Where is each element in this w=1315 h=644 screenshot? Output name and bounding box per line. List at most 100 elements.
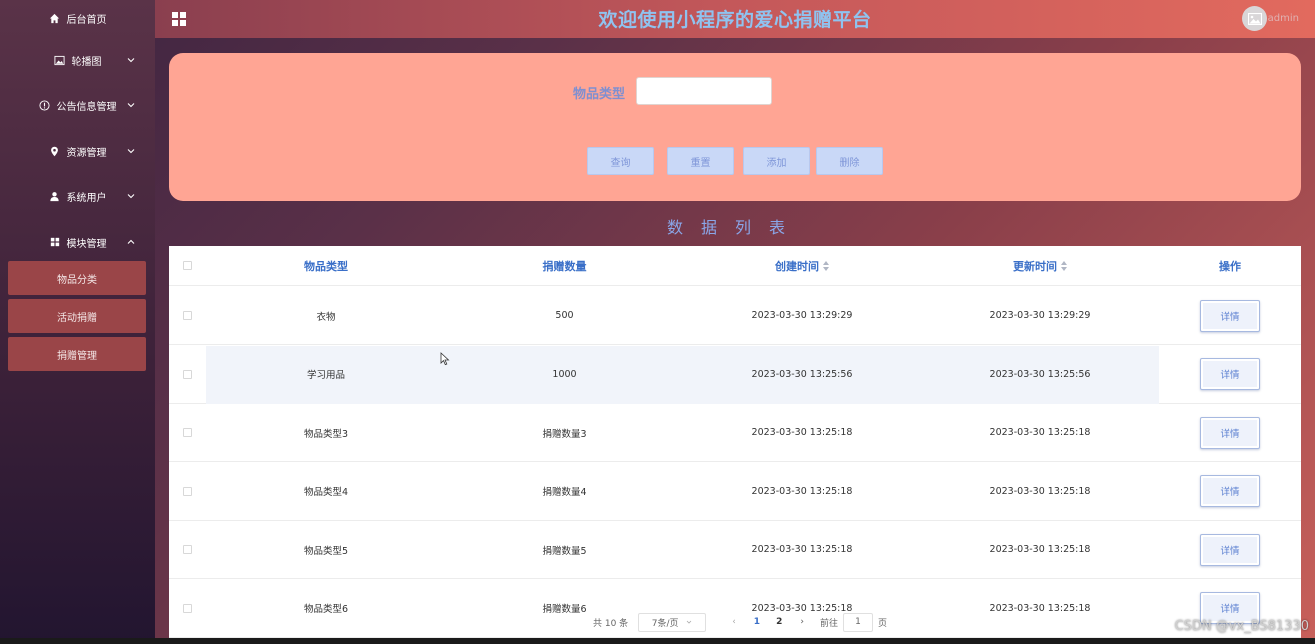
item-type-input[interactable] [636,77,772,105]
row-checkbox[interactable] [183,311,192,320]
sidebar-item-home[interactable]: 后台首页 [0,3,155,33]
sidebar-subitem-donation-management[interactable]: 捐赠管理 [8,337,146,371]
home-icon [49,12,61,24]
chevron-down-icon [127,194,135,199]
sidebar-item-label: 系统用户 [66,192,107,204]
cell-created: 2023-03-30 13:25:18 [751,485,853,497]
column-header-label: 创建时间 [775,259,819,273]
sidebar-item-announcements[interactable]: 公告信息管理 [0,90,155,120]
chevron-down-icon [686,620,691,624]
search-panel: 物品类型 查询 重置 添加 删除 [169,53,1301,201]
chevron-down-icon [127,58,135,63]
row-checkbox[interactable] [183,486,192,496]
sidebar-item-label: 轮播图 [71,56,102,68]
cell-created: 2023-03-30 13:25:56 [751,368,853,380]
row-checkbox[interactable] [183,369,192,379]
sidebar-subitem-item-category[interactable]: 物品分类 [8,261,146,295]
goto-suffix: 页 [877,618,887,629]
top-bar: 欢迎使用小程序的爱心捐赠平台 admin [155,0,1315,38]
chevron-down-icon [127,103,135,108]
username[interactable]: admin [1268,13,1299,24]
sidebar-item-carousel[interactable]: 轮播图 [0,45,155,75]
cell-type: 学习用品 [306,370,345,381]
next-page-icon[interactable]: › [800,617,804,627]
sidebar-item-resources[interactable]: 资源管理 [0,136,155,166]
data-table: 物品类型 捐赠数量 创建时间 更新时间 操作 衣物 500 2023-03-30 1… [169,246,1301,644]
cell-qty: 500 [555,310,574,321]
cell-updated: 2023-03-30 13:25:18 [989,427,1091,438]
image-placeholder-icon [1247,12,1262,25]
page-2[interactable]: 2 [776,617,782,627]
sidebar-item-users[interactable]: 系统用户 [0,181,155,211]
table-header: 物品类型 捐赠数量 创建时间 更新时间 操作 [169,246,1301,286]
user-icon [49,190,61,202]
detail-button[interactable]: 详情 [1200,416,1260,449]
cell-qty: 捐赠数量5 [542,545,587,557]
cell-created: 2023-03-30 13:25:18 [751,427,853,438]
select-all-checkbox[interactable] [183,261,192,270]
table-row[interactable]: 物品类型3 捐赠数量3 2023-03-30 13:25:18 2023-03-30 … [169,404,1301,462]
sidebar-item-label: 资源管理 [66,147,107,159]
table-row[interactable]: 衣物 500 2023-03-30 13:29:29 2023-03-30 13:29… [169,287,1301,345]
add-button[interactable]: 添加 [743,147,810,175]
sort-icon[interactable] [1061,260,1067,271]
goto-prefix: 前往 [819,618,838,629]
detail-button[interactable]: 详情 [1200,358,1260,390]
cell-qty: 捐赠数量3 [542,428,587,440]
cell-type: 物品类型4 [303,487,349,498]
total-count: 共 10 条 [593,618,629,629]
mouse-cursor-icon [440,352,450,366]
cell-updated: 2023-03-30 13:25:18 [989,485,1091,497]
table-row[interactable]: 物品类型5 捐赠数量5 2023-03-30 13:25:18 2023-03-30 … [169,521,1301,579]
row-checkbox[interactable] [183,545,192,554]
sidebar-item-modules[interactable]: 模块管理 [0,227,155,257]
cell-type: 衣物 [316,311,336,323]
cell-qty: 捐赠数量4 [542,487,587,498]
image-icon [54,54,66,66]
delete-button[interactable]: 删除 [816,147,883,175]
page-size-select[interactable]: 7条/页 [638,612,707,632]
cell-type: 物品类型6 [303,604,349,615]
bottom-bar [0,638,1315,644]
reset-button[interactable]: 重置 [667,147,734,175]
sidebar-item-label: 后台首页 [66,14,107,26]
prev-page-icon[interactable]: ‹ [732,617,736,627]
sort-icon[interactable] [823,260,829,271]
cell-created: 2023-03-30 13:29:29 [751,310,853,321]
chevron-up-icon [127,239,135,244]
section-title: 数据列表 [666,218,803,237]
pagination: 共 10 条 7条/页 ‹ 1 2 › 前往 1 页 [593,612,887,632]
avatar[interactable] [1242,6,1267,31]
table-row[interactable]: 学习用品 1000 2023-03-30 13:25:56 2023-03-30 13… [169,345,1301,404]
page-1[interactable]: 1 [754,617,760,627]
info-circle-icon [39,99,51,111]
table-row[interactable]: 物品类型4 捐赠数量4 2023-03-30 13:25:18 2023-03-30 … [169,463,1301,521]
cell-created: 2023-03-30 13:25:18 [751,544,853,555]
page-title: 欢迎使用小程序的爱心捐赠平台 [598,9,872,31]
detail-button[interactable]: 详情 [1200,533,1260,566]
cell-type: 物品类型5 [303,545,349,557]
cell-updated: 2023-03-30 13:25:18 [989,602,1091,614]
goto-page-input[interactable]: 1 [842,612,873,632]
row-checkbox[interactable] [183,603,192,613]
cell-updated: 2023-03-30 13:25:18 [989,544,1091,555]
sidebar-item-label: 公告信息管理 [56,101,117,113]
cell-updated: 2023-03-30 13:25:56 [989,368,1091,380]
detail-button[interactable]: 详情 [1200,475,1260,507]
filter-label: 物品类型 [573,87,626,102]
grid-icon [49,236,61,248]
sidebar-item-label: 模块管理 [66,238,107,250]
location-pin-icon [49,145,61,157]
page-size-label: 7条/页 [651,618,679,629]
column-header-created[interactable]: 创建时间 [683,246,921,285]
detail-button[interactable]: 详情 [1200,299,1260,332]
column-header-updated[interactable]: 更新时间 [921,246,1159,285]
column-header-qty: 捐赠数量 [542,259,587,273]
row-checkbox[interactable] [183,428,192,437]
search-button[interactable]: 查询 [587,147,654,175]
sidebar-subitem-activity-donation[interactable]: 活动捐赠 [8,299,146,333]
cell-type: 物品类型3 [303,428,349,440]
watermark: CSDN @vx_BS81330 [1174,619,1309,634]
cell-updated: 2023-03-30 13:29:29 [989,310,1091,321]
column-header-label: 更新时间 [1013,259,1057,273]
